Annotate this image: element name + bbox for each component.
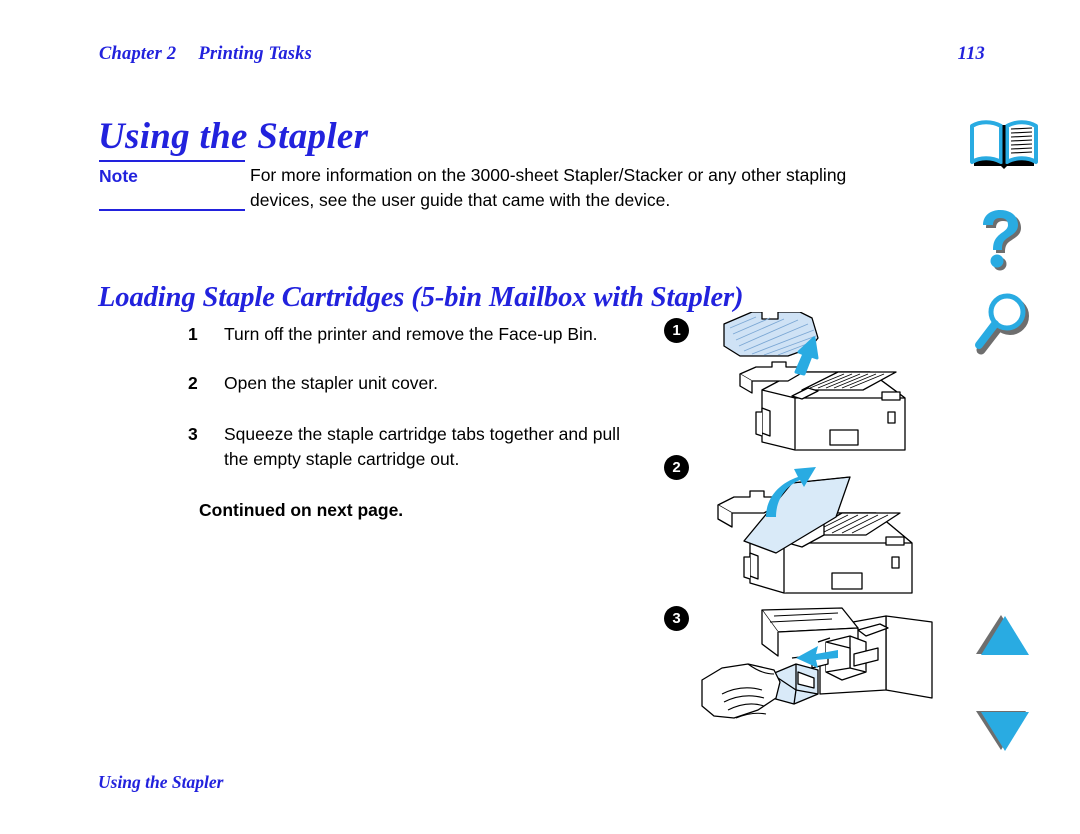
printer-faceup-bin-illustration [723,312,906,451]
step-number: 3 [188,423,198,444]
page-number: 113 [957,44,985,64]
navigation-rail [952,110,1062,770]
list-item: 1 Turn off the printer and remove the Fa… [188,322,640,347]
figure-badge: 1 [664,318,689,343]
continued-on-next-page: Continued on next page. [199,500,404,520]
next-page-button[interactable] [952,708,1056,754]
step-number: 1 [188,324,198,344]
header-chapter: Chapter 2 [99,44,177,64]
figure-step-3: 3 [660,598,960,753]
previous-page-button[interactable] [952,612,1056,658]
note-label-cell: Note [99,160,245,211]
question-mark-icon [983,210,1021,271]
hand-removing-staple-cartridge-illustration [701,607,933,719]
step-list: 1 Turn off the printer and remove the Fa… [188,322,640,495]
help-button[interactable] [952,210,1056,274]
page-title: Using the Stapler [98,115,369,157]
stapler-cover-open-illustration [717,467,913,594]
note-block: Note For more information on the 3000-sh… [99,160,889,213]
step-text: Turn off the printer and remove the Face… [224,324,598,344]
step-number: 2 [188,372,198,393]
figure-step-2: 2 [660,455,960,600]
table-of-contents-button[interactable] [952,118,1056,174]
note-text: For more information on the 3000-sheet S… [250,165,847,210]
page-footer: Using the Stapler [98,772,224,792]
step-text: Squeeze the staple cartridge tabs togeth… [224,423,620,469]
search-button[interactable] [952,292,1056,358]
triangle-down-icon [976,711,1029,751]
magnifier-icon [975,293,1029,355]
section-title: Loading Staple Cartridges (5-bin Mailbox… [98,281,744,313]
list-item: 2 Open the stapler unit cover. [188,371,640,396]
figure-step-1: 1 [660,312,960,452]
figure-badge: 2 [664,455,689,480]
triangle-up-icon [976,615,1029,655]
open-book-icon [970,120,1038,169]
figure-badge: 3 [664,606,689,631]
running-header: Chapter 2 Printing Tasks 113 [99,44,985,65]
step-text: Open the stapler unit cover. [224,372,439,393]
list-item: 3 Squeeze the staple cartridge tabs toge… [188,422,640,472]
header-section-name: Printing Tasks [198,44,313,64]
note-label: Note [99,166,138,186]
